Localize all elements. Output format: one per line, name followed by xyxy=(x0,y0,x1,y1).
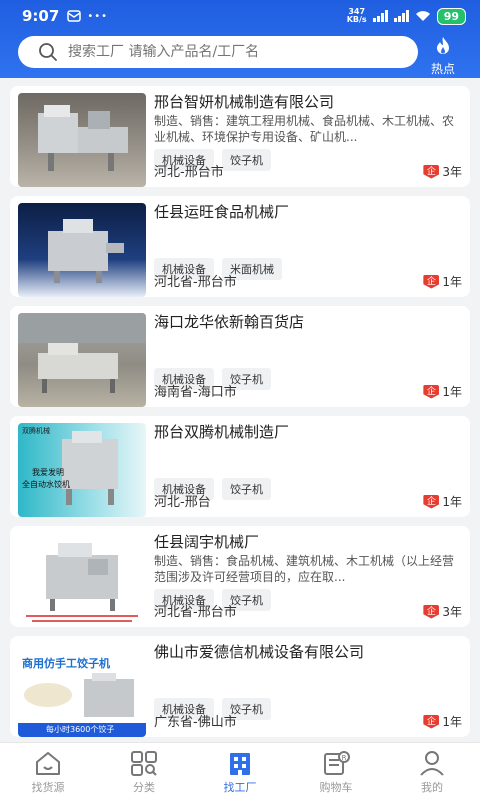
factory-thumbnail xyxy=(18,313,146,407)
speed-unit: KB/s xyxy=(346,15,367,24)
tab-cart[interactable]: R 购物车 xyxy=(288,743,384,800)
cart-list-icon: R xyxy=(324,751,350,775)
factory-card[interactable]: 任县运旺食品机械厂 机械设备 米面机械 河北省-邢台市 企 1年 xyxy=(10,196,470,297)
factory-card[interactable]: 任县阔宇机械厂 制造、销售：食品机械、建筑机械、木工机械（以上经营范围涉及许可经… xyxy=(10,526,470,627)
tab-label: 找工厂 xyxy=(223,781,257,794)
flame-icon xyxy=(437,37,449,54)
tag[interactable]: 饺子机 xyxy=(222,149,271,171)
house-icon xyxy=(36,752,60,775)
factory-card[interactable]: 商用仿手工饺子机 每小时3600个饺子 佛山市爱德信机械设备有限公司 机械设备 … xyxy=(10,636,470,737)
factory-thumbnail xyxy=(18,533,146,627)
years-badge: 企 1年 xyxy=(423,493,462,510)
factory-thumbnail xyxy=(18,203,146,297)
thumb-line1: 我爱发明 xyxy=(32,468,64,477)
tab-label: 我的 xyxy=(421,781,443,794)
header: 9:07 ••• 347KB/s 99 热点 xyxy=(0,0,480,78)
user-icon xyxy=(420,751,444,776)
tab-category[interactable]: 分类 xyxy=(96,743,192,800)
factory-thumbnail: 商用仿手工饺子机 每小时3600个饺子 xyxy=(18,643,146,737)
search-bar[interactable] xyxy=(18,36,418,68)
factory-name: 海口龙华依新翰百货店 xyxy=(154,313,305,331)
factory-thumbnail xyxy=(18,93,146,187)
factory-building-icon xyxy=(230,753,250,775)
more-dots-icon: ••• xyxy=(87,10,109,22)
thumb-bottom: 每小时3600个饺子 xyxy=(46,725,115,734)
network-speed: 347 KB/s xyxy=(347,8,367,24)
factory-desc: 制造、销售：食品机械、建筑机械、木工机械（以上经营范围涉及许可经营项目的，应在取… xyxy=(154,554,455,584)
years-value: 1年 xyxy=(442,275,462,289)
category-grid-icon xyxy=(131,751,157,776)
years-value: 1年 xyxy=(442,495,462,509)
years-badge: 企 1年 xyxy=(423,273,462,290)
years-value: 1年 xyxy=(442,715,462,729)
factory-location: 河北-邢台 xyxy=(154,495,211,510)
tab-label: 找货源 xyxy=(31,781,65,794)
battery-icon: 99 xyxy=(436,7,466,25)
factory-location: 广东省-佛山市 xyxy=(154,715,237,730)
svg-text:R: R xyxy=(342,754,347,762)
bottom-tab-bar: 找货源 分类 找工厂 R 购物车 我的 xyxy=(0,742,480,800)
enterprise-icon: 企 xyxy=(423,384,440,399)
factory-card[interactable]: 海口龙华依新翰百货店 机械设备 饺子机 海南省-海口市 企 1年 xyxy=(10,306,470,407)
enterprise-icon: 企 xyxy=(423,164,440,179)
hot-button[interactable]: 热点 xyxy=(426,36,460,77)
tab-find-goods[interactable]: 找货源 xyxy=(0,743,96,800)
tag[interactable]: 饺子机 xyxy=(222,478,271,500)
years-badge: 企 3年 xyxy=(423,603,462,620)
search-icon xyxy=(39,43,57,61)
factory-thumbnail: 双腾机械 我爱发明 全自动水饺机 xyxy=(18,423,146,517)
years-badge: 企 1年 xyxy=(423,713,462,730)
enterprise-icon: 企 xyxy=(423,714,440,729)
enterprise-icon: 企 xyxy=(423,274,440,289)
years-badge: 企 3年 xyxy=(423,163,462,180)
notification-icon xyxy=(67,10,82,22)
years-badge: 企 1年 xyxy=(423,383,462,400)
thumb-brand: 双腾机械 xyxy=(22,427,50,435)
hot-label: 热点 xyxy=(430,62,455,76)
signal2-icon xyxy=(393,10,409,22)
tab-label: 购物车 xyxy=(319,781,353,794)
factory-location: 海南省-海口市 xyxy=(154,385,237,400)
years-value: 1年 xyxy=(442,385,462,399)
factory-location: 河北-邢台市 xyxy=(154,165,224,180)
signal-icon xyxy=(372,10,388,22)
factory-name: 邢台双腾机械制造厂 xyxy=(154,423,290,441)
thumb-line2: 全自动水饺机 xyxy=(22,480,70,489)
years-value: 3年 xyxy=(442,165,462,179)
tab-label: 分类 xyxy=(133,781,155,794)
factory-location: 河北省-邢台市 xyxy=(154,605,237,620)
factory-location: 河北省-邢台市 xyxy=(154,275,237,290)
tab-find-factory[interactable]: 找工厂 xyxy=(192,743,288,800)
factory-name: 佛山市爱德信机械设备有限公司 xyxy=(154,643,365,661)
wifi-icon xyxy=(415,11,430,21)
factory-card[interactable]: 邢台智妍机械制造有限公司 制造、销售：建筑工程用机械、食品机械、木工机械、农业机… xyxy=(10,86,470,187)
factory-name: 邢台智妍机械制造有限公司 xyxy=(154,93,335,111)
enterprise-icon: 企 xyxy=(423,604,440,619)
status-time: 9:07 xyxy=(22,7,60,25)
factory-card[interactable]: 双腾机械 我爱发明 全自动水饺机 邢台双腾机械制造厂 机械设备 饺子机 河北-邢… xyxy=(10,416,470,517)
thumb-title: 商用仿手工饺子机 xyxy=(22,657,110,670)
status-bar: 9:07 ••• 347 KB/s 99 xyxy=(0,0,480,32)
years-value: 3年 xyxy=(442,605,462,619)
factory-list[interactable]: 邢台智妍机械制造有限公司 制造、销售：建筑工程用机械、食品机械、木工机械、农业机… xyxy=(0,78,480,742)
tab-mine[interactable]: 我的 xyxy=(384,743,480,800)
factory-desc: 制造、销售：建筑工程用机械、食品机械、木工机械、农业机械、环境保护专用设备、矿山… xyxy=(154,114,455,144)
factory-name: 任县运旺食品机械厂 xyxy=(154,203,290,221)
search-input[interactable] xyxy=(68,44,418,60)
factory-name: 任县阔宇机械厂 xyxy=(154,533,260,551)
enterprise-icon: 企 xyxy=(423,494,440,509)
